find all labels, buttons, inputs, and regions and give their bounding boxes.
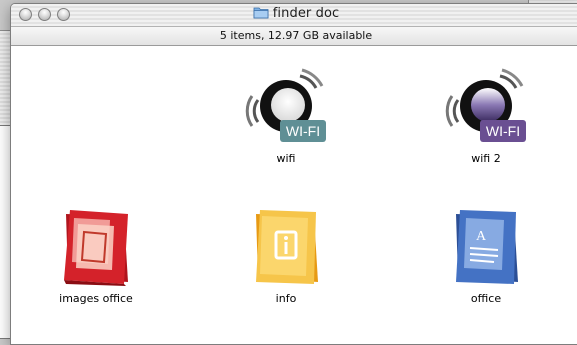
item-label-wifi-2: wifi 2: [471, 152, 501, 165]
item-wifi-2[interactable]: WI-FI wifi 2: [416, 68, 556, 165]
office-folder-icon: A: [456, 210, 518, 284]
info-folder-icon: [256, 210, 318, 284]
folder-icon: [253, 7, 269, 19]
svg-text:WI-FI: WI-FI: [286, 123, 320, 139]
svg-text:A: A: [476, 229, 487, 244]
images-office-folder-icon: [64, 210, 128, 286]
wifi-icon: WI-FI: [245, 68, 326, 142]
title-bar[interactable]: finder doc: [11, 4, 577, 27]
svg-text:WI-FI: WI-FI: [486, 123, 520, 139]
window-title: finder doc: [11, 6, 577, 21]
icon-view[interactable]: WI-FI wifi WI-FI wifi 2 images office in…: [11, 46, 577, 344]
item-label-images-office: images office: [59, 292, 133, 305]
item-label-wifi: wifi: [276, 152, 296, 165]
item-office[interactable]: A office: [416, 204, 556, 305]
finder-window: finder doc 5 items, 12.97 GB available W…: [10, 3, 577, 345]
item-images-office[interactable]: images office: [26, 204, 166, 305]
item-label-office: office: [470, 292, 502, 305]
item-wifi[interactable]: WI-FI wifi: [216, 68, 356, 165]
item-info[interactable]: info: [216, 204, 356, 305]
item-label-info: info: [275, 292, 297, 305]
window-title-text: finder doc: [272, 6, 340, 21]
status-bar: 5 items, 12.97 GB available: [11, 27, 577, 46]
wifi-purple-icon: WI-FI: [445, 68, 526, 142]
